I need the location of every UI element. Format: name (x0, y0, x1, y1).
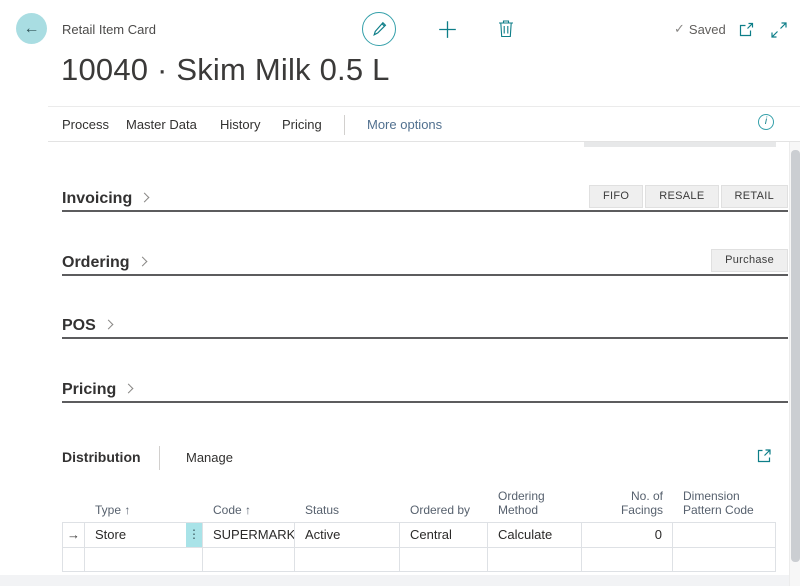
page-caption: Retail Item Card (62, 22, 156, 37)
tag-fifo[interactable]: FIFO (589, 185, 643, 208)
column-header-ordered-by[interactable]: Ordered by (400, 503, 488, 522)
tag-purchase[interactable]: Purchase (711, 249, 788, 272)
assist-edit-button[interactable]: ⋮ (186, 523, 202, 547)
table-row: → Store ⋮ SUPERMARK Active Central Calcu… (62, 522, 776, 547)
cell-empty[interactable] (62, 548, 85, 571)
cell-ordered-by[interactable]: Central (400, 523, 488, 547)
save-status: ✓ Saved (674, 21, 726, 37)
active-row-marker: → (62, 523, 85, 547)
fasttab-ordering: Ordering Purchase (62, 248, 788, 276)
cell-type[interactable]: Store ⋮ (85, 523, 203, 547)
distribution-header: Distribution Manage (62, 446, 788, 472)
column-header-type[interactable]: Type ↑ (85, 503, 203, 522)
menu-item-pricing[interactable]: Pricing (282, 117, 322, 132)
sort-ascending-icon: ↑ (124, 503, 130, 517)
cell-empty[interactable] (203, 548, 295, 571)
chevron-right-icon (140, 193, 150, 203)
cell-empty[interactable] (295, 548, 400, 571)
section-header-pos[interactable]: POS (62, 317, 112, 335)
fasttab-pricing: Pricing (62, 375, 788, 403)
pencil-icon (371, 21, 388, 38)
cell-empty[interactable] (673, 548, 776, 571)
plus-icon (438, 20, 457, 39)
delete-button[interactable] (497, 18, 515, 39)
expand-button[interactable] (770, 21, 787, 38)
row-arrow-icon: → (67, 527, 80, 542)
invoicing-tags: FIFO RESALE RETAIL (589, 185, 788, 208)
manage-menu-button[interactable]: Manage (186, 450, 233, 465)
cell-empty[interactable] (582, 548, 673, 571)
menu-item-history[interactable]: History (220, 117, 260, 132)
divider (48, 106, 800, 107)
column-header-ordering-method[interactable]: Ordering Method (488, 489, 582, 522)
fasttab-invoicing: Invoicing FIFO RESALE RETAIL (62, 184, 788, 212)
section-header-pricing[interactable]: Pricing (62, 381, 132, 399)
back-arrow-icon: ← (24, 20, 40, 38)
scrolled-tags-remnant (584, 142, 776, 147)
focus-mode-button[interactable] (756, 448, 772, 464)
table-row-empty (62, 547, 776, 572)
back-button[interactable]: ← (16, 13, 47, 44)
info-icon[interactable]: i (758, 114, 774, 130)
cell-status[interactable]: Active (295, 523, 400, 547)
part-divider (159, 446, 160, 470)
ellipsis-vertical-icon: ⋮ (188, 527, 200, 541)
edit-button[interactable] (362, 12, 396, 46)
open-in-new-window-button[interactable] (737, 21, 754, 38)
ordering-tags: Purchase (711, 249, 788, 272)
focus-mode-icon (756, 448, 772, 464)
cell-no-of-facings[interactable]: 0 (582, 523, 673, 547)
more-options-button[interactable]: More options (367, 117, 442, 132)
expand-arrows-icon (771, 22, 787, 38)
retail-item-card-page: ← Retail Item Card ✓ Saved 10040 · Skim … (0, 0, 800, 586)
cell-code[interactable]: SUPERMARK (203, 523, 295, 547)
column-header-status[interactable]: Status (295, 503, 400, 522)
cell-empty[interactable] (400, 548, 488, 571)
menu-item-master-data[interactable]: Master Data (126, 117, 197, 132)
trash-icon (498, 19, 514, 38)
distribution-table: Type ↑ Code ↑ Status Ordered by Ordering… (62, 488, 776, 572)
column-header-dimension-pattern-code[interactable]: Dimension Pattern Code (673, 489, 776, 522)
tag-retail[interactable]: RETAIL (721, 185, 789, 208)
tag-resale[interactable]: RESALE (645, 185, 718, 208)
vertical-scrollbar[interactable] (789, 142, 800, 586)
cell-empty[interactable] (85, 548, 203, 571)
chevron-right-icon (137, 257, 147, 267)
fasttab-pos: POS (62, 311, 788, 339)
column-header-code[interactable]: Code ↑ (203, 503, 295, 522)
open-in-new-window-icon (738, 22, 754, 38)
column-header-no-of-facings[interactable]: No. of Facings (582, 489, 673, 522)
cell-empty[interactable] (488, 548, 582, 571)
page-background-strip (0, 575, 800, 586)
cell-dimension-pattern-code[interactable] (673, 523, 776, 547)
section-header-ordering[interactable]: Ordering (62, 254, 146, 272)
new-button[interactable] (437, 19, 457, 39)
chevron-right-icon (124, 384, 134, 394)
cell-ordering-method[interactable]: Calculate (488, 523, 582, 547)
table-header-row: Type ↑ Code ↑ Status Ordered by Ordering… (62, 488, 776, 522)
column-header-selector (62, 517, 85, 522)
check-icon: ✓ (674, 21, 685, 37)
section-header-invoicing[interactable]: Invoicing (62, 190, 148, 208)
saved-label: Saved (689, 22, 726, 37)
page-title: 10040 · Skim Milk 0.5 L (61, 52, 390, 88)
chevron-right-icon (103, 320, 113, 330)
menu-item-process[interactable]: Process (62, 117, 109, 132)
sort-ascending-icon: ↑ (245, 503, 251, 517)
menu-divider (344, 115, 345, 135)
scrollbar-thumb[interactable] (791, 150, 800, 562)
distribution-title: Distribution (62, 449, 141, 465)
